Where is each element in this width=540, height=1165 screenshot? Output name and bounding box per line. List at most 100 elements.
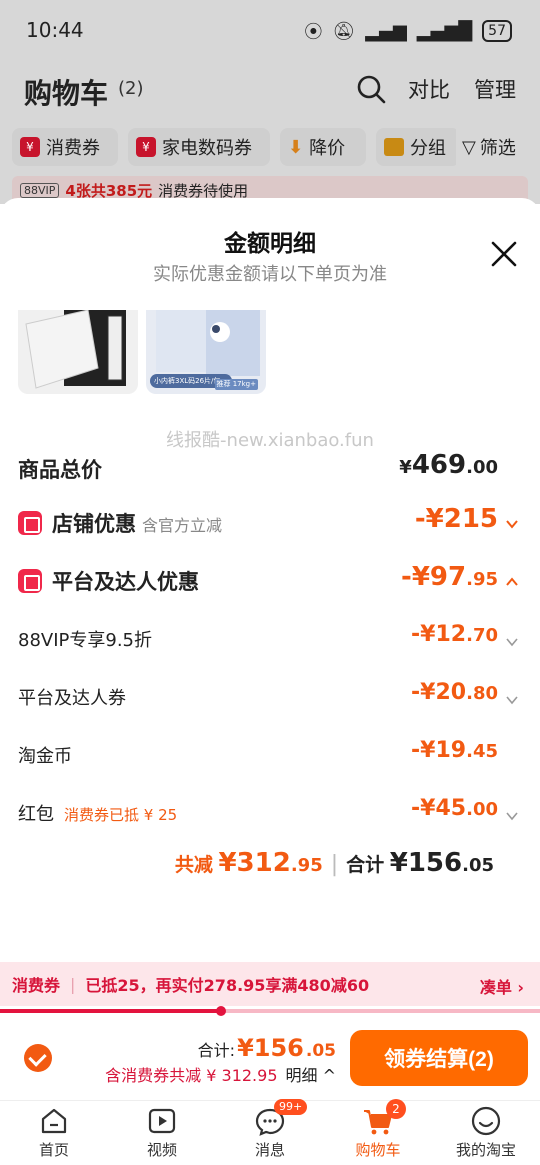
page-title: 购物车 xyxy=(24,77,109,110)
discount-item-row[interactable]: 88VIP专享9.5折 -¥12.70 xyxy=(18,622,522,662)
platform-discount-label: 平台及达人优惠 xyxy=(18,566,199,596)
folder-icon xyxy=(384,138,404,156)
video-icon xyxy=(146,1105,178,1137)
chevron-down-icon[interactable] xyxy=(504,808,520,824)
tab-cart[interactable]: 2 购物车 xyxy=(328,1099,428,1163)
chevron-down-icon[interactable] xyxy=(504,634,520,650)
profile-icon xyxy=(470,1105,502,1137)
tab-label: 视频 xyxy=(146,1141,177,1159)
total-price-label: 商品总价 xyxy=(18,458,102,482)
message-icon: 99+ xyxy=(254,1099,308,1137)
discount-item-row[interactable]: 红包 消费券已抵 ¥ 25 -¥45.00 xyxy=(18,796,522,836)
discount-item-label: 淘金币 xyxy=(18,746,72,767)
chip-label: 分组 xyxy=(410,138,446,159)
chip-coupon[interactable]: ¥ 消费券 xyxy=(12,128,118,166)
shop-discount-value: -¥215 xyxy=(414,504,498,534)
cabinet-image xyxy=(25,310,126,389)
tab-label: 我的淘宝 xyxy=(455,1141,516,1159)
tab-label: 购物车 xyxy=(355,1141,401,1159)
chip-price-drop[interactable]: ⬇ 降价 xyxy=(280,128,366,166)
vip-badge: 88VIP xyxy=(20,182,60,198)
signal-icon: ▂▄▆ xyxy=(365,20,407,42)
tab-messages[interactable]: 99+ 消息 xyxy=(220,1099,320,1163)
filter-button[interactable]: ▽ 筛选 xyxy=(456,128,516,166)
shop-discount-sub: 含官方立减 xyxy=(142,516,223,535)
sheet-title: 金额明细 xyxy=(224,231,316,257)
coupon-tag: 消费券 xyxy=(12,976,61,995)
discount-item-label: 红包 消费券已抵 ¥ 25 xyxy=(18,804,178,825)
discount-item-value: -¥20.80 xyxy=(411,680,498,705)
checkout-detail[interactable]: 含消费券共减 ¥ 312.95 明细 ^ xyxy=(105,1062,336,1086)
total-price-row: 商品总价 ¥469.00 xyxy=(18,450,522,490)
discount-item-value: -¥45.00 xyxy=(411,796,498,821)
sum-total: 合计 ¥156.05 xyxy=(346,848,494,878)
status-bar: 10:44 ⦿ 🔕︎ ▂▄▆ ▂▄▆█ 57 xyxy=(0,0,540,62)
arrow-down-icon: ⬇ xyxy=(288,136,304,158)
compare-button[interactable]: 对比 xyxy=(408,74,450,104)
signal2-icon: ▂▄▆█ xyxy=(416,20,473,42)
mute-icon: 🔕︎ xyxy=(332,20,356,42)
checkout-total: 合计: ¥156 .05 xyxy=(197,1034,336,1062)
sheet-subtitle: 实际优惠金额请以下单页为准 xyxy=(153,264,387,285)
tab-home[interactable]: 首页 xyxy=(4,1105,104,1163)
divider: | xyxy=(70,974,76,994)
cart-count: (2) xyxy=(118,78,144,99)
divider: | xyxy=(330,852,339,877)
tab-label: 消息 xyxy=(254,1141,285,1159)
tab-label: 首页 xyxy=(38,1141,69,1159)
search-icon[interactable] xyxy=(356,74,386,104)
progress-fill xyxy=(0,1009,222,1013)
discount-item-row[interactable]: 平台及达人券 -¥20.80 xyxy=(18,680,522,720)
coupon-progress-bar: 消费券 | 已抵25，再实付278.95享满480减60 凑单 › xyxy=(0,962,540,1006)
filter-chips: ¥ 消费券 ¥ 家电数码券 ⬇ 降价 分组 ▽ 筛选 xyxy=(0,128,540,174)
chip-group[interactable]: 分组 xyxy=(376,128,460,166)
coupon-progress xyxy=(0,1006,540,1016)
chevron-down-icon[interactable] xyxy=(504,516,520,532)
close-icon[interactable] xyxy=(488,238,520,270)
discount-item-label: 88VIP专享9.5折 xyxy=(18,630,153,651)
product-thumbnail-2[interactable]: 小内裤3XL码26片/包 推荐 17kg+ xyxy=(146,310,266,394)
tab-video[interactable]: 视频 xyxy=(112,1105,212,1163)
cart-header: 购物车 (2) 对比 管理 xyxy=(0,62,540,128)
coupon-icon xyxy=(18,569,42,593)
coupon-icon: ¥ xyxy=(20,137,40,157)
cart-badge: 2 xyxy=(386,1099,406,1119)
progress-knob xyxy=(216,1006,227,1016)
chevron-down-icon[interactable] xyxy=(504,692,520,708)
manage-button[interactable]: 管理 xyxy=(474,74,516,104)
chip-label: 消费券 xyxy=(46,138,100,159)
total-reduce: 共减 ¥312.95 xyxy=(174,848,323,878)
watermark: 线报酷-new.xianbao.fun xyxy=(166,430,374,451)
bottom-tab-bar: 首页 视频 99+ 消息 2 购物车 我的淘宝 xyxy=(0,1099,540,1165)
message-badge: 99+ xyxy=(274,1099,308,1115)
tab-profile[interactable]: 我的淘宝 xyxy=(436,1105,536,1163)
thumbnail-tag: 推荐 17kg+ xyxy=(214,379,258,390)
battery-icon: 57 xyxy=(482,20,512,42)
shop-discount-row[interactable]: 店铺优惠 含官方立减 -¥215 xyxy=(18,504,522,544)
coupon-icon: ¥ xyxy=(136,137,156,157)
status-time: 10:44 xyxy=(26,18,84,42)
shop-icon xyxy=(18,511,42,535)
filter-icon: ▽ xyxy=(462,136,476,158)
coupon-text: 已抵25，再实付278.95享满480减60 xyxy=(85,976,370,995)
checkout-button[interactable]: 领券结算(2) xyxy=(350,1030,528,1086)
location-icon: ⦿ xyxy=(304,22,323,43)
detail-toggle[interactable]: 明细 ^ xyxy=(286,1066,337,1085)
add-items-link[interactable]: 凑单 › xyxy=(480,974,524,998)
select-all-checkbox[interactable] xyxy=(24,1044,52,1072)
chip-label: 降价 xyxy=(309,138,346,159)
platform-discount-value: -¥97.95 xyxy=(401,562,498,592)
platform-discount-row[interactable]: 平台及达人优惠 -¥97.95 xyxy=(18,562,522,602)
discount-summary: 共减 ¥312.95 | 合计 ¥156.05 xyxy=(175,848,494,888)
product-thumbnail-1[interactable] xyxy=(18,310,138,394)
discount-item-value: -¥12.70 xyxy=(411,622,498,647)
checkout-bar: 合计: ¥156 .05 含消费券共减 ¥ 312.95 明细 ^ 领券结算(2) xyxy=(0,1016,540,1100)
red-packet-note: 消费券已抵 ¥ 25 xyxy=(64,806,178,824)
chip-label: 家电数码券 xyxy=(162,138,252,159)
home-icon xyxy=(38,1105,70,1137)
filter-label: 筛选 xyxy=(479,138,516,159)
chevron-up-icon[interactable] xyxy=(504,574,520,590)
chip-appliance-coupon[interactable]: ¥ 家电数码券 xyxy=(128,128,270,166)
status-icons: ⦿ 🔕︎ ▂▄▆ ▂▄▆█ 57 xyxy=(304,18,512,44)
discount-item-label: 平台及达人券 xyxy=(18,688,126,709)
